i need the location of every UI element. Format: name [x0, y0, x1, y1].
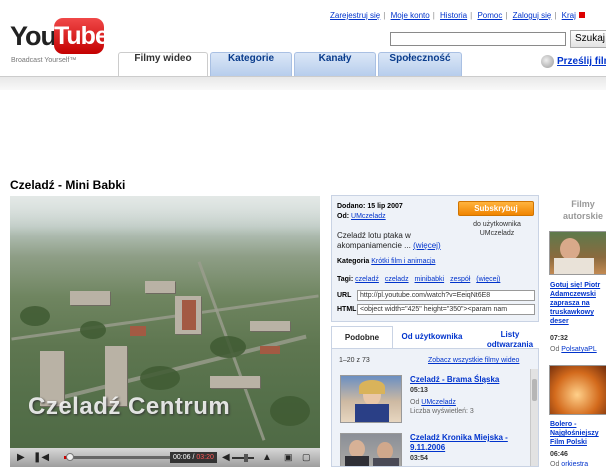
play-icon[interactable]: ▶: [17, 452, 25, 463]
added-date: Dodano: 15 lip 2007: [337, 203, 403, 210]
video-player[interactable]: Czeladź Centrum ▶ ❚◀ 00:06 / 03:20 ◀ ▲ ▣…: [10, 196, 320, 467]
featured-title[interactable]: Gotuj się! Piotr Adamczewski zaprasza na…: [550, 281, 606, 326]
category-line: Kategoria Krótki film i animacja: [337, 258, 436, 265]
featured-author: Od PolsatyaPL: [550, 346, 597, 353]
related-list: 1–20 z 73 Zobacz wszystkie filmy wideo C…: [331, 348, 539, 467]
embed-field[interactable]: <object width="425" height="350"><param …: [357, 304, 535, 315]
featured-title[interactable]: Bolero - Najgłośniejszy Film Polski: [550, 420, 606, 447]
featured-heading: Filmy autorskie: [562, 199, 604, 221]
featured-author-link[interactable]: orkiestra: [561, 461, 588, 467]
tag-link[interactable]: zespół: [450, 276, 470, 283]
featured-column: Filmy autorskie Gotuj się! Piotr Adamcze…: [545, 195, 606, 467]
volume-icon[interactable]: ◀: [222, 452, 230, 463]
tag-link[interactable]: czeladz: [385, 276, 409, 283]
see-all-link[interactable]: Zobacz wszystkie filmy wideo: [428, 357, 519, 364]
video-watermark: Czeladź Centrum: [28, 393, 231, 420]
tag-link[interactable]: minibabki: [415, 276, 445, 283]
top-links: Zarejestruj się | Moje konto | Historia | P…: [330, 11, 606, 23]
player-controls: ▶ ❚◀ 00:06 / 03:20 ◀ ▲ ▣ ▢: [10, 448, 320, 467]
related-author-link[interactable]: UMczeladz: [421, 399, 456, 406]
video-thumbnail[interactable]: [549, 231, 606, 275]
logo-tube: Tube: [54, 18, 109, 54]
tab-videos[interactable]: Filmy wideo: [118, 52, 208, 76]
tags-line: Tagi: czeladź czeladz minibabki zespół (…: [337, 276, 501, 283]
upload-label: Prześlij filmy: [557, 56, 606, 68]
skip-back-icon[interactable]: ❚◀: [33, 452, 49, 463]
subscribe-button[interactable]: Subskrybuj: [458, 201, 534, 216]
link-country[interactable]: Kraj: [562, 11, 576, 20]
related-author: Od UMczeladz: [410, 399, 456, 406]
tab-community[interactable]: Społeczność: [378, 52, 462, 76]
link-register[interactable]: Zarejestruj się: [330, 11, 380, 20]
author-line: Od: UMczeladz: [337, 213, 386, 220]
search-input[interactable]: [390, 32, 566, 46]
fullscreen-icon[interactable]: ▢: [302, 452, 311, 463]
logo-you: You: [10, 21, 57, 51]
time-current: 00:06: [173, 454, 191, 461]
tab-playlists[interactable]: Listy odtwarzania: [481, 326, 539, 349]
related-title[interactable]: Czeladź - Brama Śląska: [410, 375, 528, 385]
volume-slider[interactable]: [232, 454, 254, 462]
featured-author-link[interactable]: PolsatyaPL: [561, 346, 596, 353]
tab-related[interactable]: Podobne: [331, 326, 393, 348]
upload-icon: [541, 55, 554, 68]
link-login[interactable]: Zaloguj się: [513, 11, 552, 20]
flag-icon: [578, 12, 585, 18]
related-scrollbar[interactable]: [530, 369, 538, 466]
related-count: 1–20 z 73: [339, 357, 370, 364]
related-tabs: Podobne Od użytkownika Listy odtwarzania: [331, 326, 539, 349]
video-frame[interactable]: Czeladź Centrum: [10, 196, 320, 448]
featured-duration: 06:46: [550, 451, 568, 458]
time-total: 03:20: [196, 454, 214, 461]
video-info-box: Dodano: 15 lip 2007 Od: UMczeladz Subskr…: [331, 195, 539, 322]
url-label: URL: [337, 292, 352, 299]
list-item[interactable]: Czeladź - Brama Śląska 05:13 Od UMczelad…: [340, 375, 530, 427]
nav-bar: [0, 76, 606, 90]
link-history[interactable]: Historia: [440, 11, 467, 20]
search-button[interactable]: Szukaj: [570, 30, 606, 48]
video-thumbnail[interactable]: [340, 433, 402, 466]
more-link[interactable]: (więcej): [413, 241, 441, 250]
tags-more-link[interactable]: (więcej): [476, 276, 500, 283]
progress-handle[interactable]: [65, 453, 74, 461]
video-title: Czeladź - Mini Babki: [10, 178, 126, 192]
list-item[interactable]: Czeladź Kronika Miejska - 9.11.2006 03:5…: [340, 433, 530, 466]
link-help[interactable]: Pomoc: [477, 11, 502, 20]
featured-author: Od orkiestra: [550, 461, 589, 467]
tag-link[interactable]: czeladź: [355, 276, 379, 283]
video-description: Czeladź lotu ptaka w akompaniamencie ...…: [337, 231, 441, 250]
related-views: Liczba wyświetleń: 3: [410, 408, 474, 415]
url-field[interactable]: http://pl.youtube.com/watch?v=EeiqNt6E8: [357, 290, 535, 301]
related-duration: 03:54: [410, 455, 428, 462]
link-my-account[interactable]: Moje konto: [391, 11, 430, 20]
main-nav-tabs: Filmy wideo Kategorie Kanały Społeczność: [0, 52, 606, 76]
featured-duration: 07:32: [550, 335, 568, 342]
related-duration: 05:13: [410, 387, 428, 394]
related-title[interactable]: Czeladź Kronika Miejska - 9.11.2006: [410, 433, 528, 453]
video-thumbnail[interactable]: [340, 375, 402, 423]
window-icon[interactable]: ▣: [284, 452, 293, 463]
category-link[interactable]: Krótki film i animacja: [371, 258, 435, 265]
tab-from-user[interactable]: Od użytkownika: [395, 326, 469, 348]
video-thumbnail[interactable]: [549, 365, 606, 415]
subscribe-note: do użytkownika UMczeladz: [473, 221, 521, 237]
embed-label: HTML: [337, 306, 357, 313]
time-display: 00:06 / 03:20: [170, 452, 217, 463]
tab-channels[interactable]: Kanały: [294, 52, 376, 76]
upload-link[interactable]: Prześlij filmy: [541, 55, 606, 68]
author-link[interactable]: UMczeladz: [351, 213, 386, 220]
tab-categories[interactable]: Kategorie: [210, 52, 292, 76]
speaker-icon[interactable]: ▲: [262, 452, 272, 463]
